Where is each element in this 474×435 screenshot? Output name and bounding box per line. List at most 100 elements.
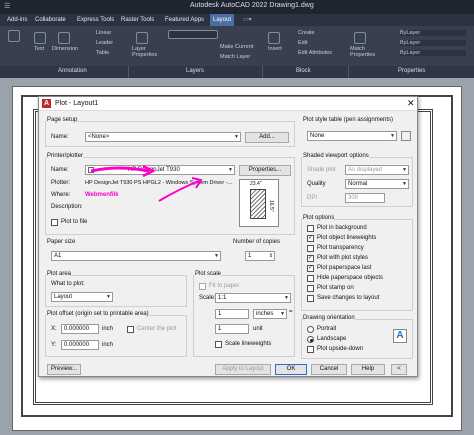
printer-properties-button[interactable]: Properties...	[239, 165, 291, 176]
tab-overflow-icon[interactable]: ▭▾	[240, 14, 255, 26]
description-label: Description:	[51, 204, 83, 210]
match-layer-label[interactable]: Match Layer	[220, 54, 250, 60]
tab-express-tools[interactable]: Express Tools	[74, 14, 117, 26]
landscape-label: Landscape	[317, 336, 347, 342]
y-label: Y:	[51, 342, 57, 348]
upside-down-checkbox[interactable]	[307, 346, 314, 353]
color-bylayer[interactable]: ByLayer	[400, 30, 466, 36]
tab-layout[interactable]: Layout	[210, 14, 235, 26]
dimension-icon[interactable]	[58, 32, 70, 44]
x-label: X:	[51, 326, 57, 332]
printable-area-preview	[250, 189, 266, 219]
plot-to-file-label: Plot to file	[61, 219, 88, 225]
create-block-label[interactable]: Create	[298, 30, 315, 36]
text-tool-label[interactable]: Text	[34, 46, 44, 52]
center-plot-checkbox[interactable]	[127, 326, 134, 333]
menu-icon[interactable]: ☰	[4, 2, 10, 10]
edit-attributes-label[interactable]: Edit Attributes	[298, 50, 332, 56]
save-changes-checkbox[interactable]	[307, 295, 314, 302]
chevron-down-icon: ▼	[214, 253, 219, 259]
fit-to-paper-checkbox[interactable]	[199, 283, 206, 290]
x-offset-input[interactable]: 0.000000	[61, 324, 99, 334]
layer-properties-label[interactable]: Layer Properties	[132, 46, 162, 58]
insert-block-icon[interactable]	[268, 32, 280, 44]
paper-preview: 23.4" 16.5"	[239, 179, 279, 227]
plot-offset-group	[45, 315, 187, 357]
page-setup-name-select[interactable]: <None> ▼	[85, 132, 241, 142]
layer-properties-icon[interactable]	[136, 32, 148, 44]
quality-select[interactable]: Normal ▼	[345, 179, 409, 189]
ok-button[interactable]: OK	[275, 364, 307, 375]
make-current-label[interactable]: Make Current	[220, 44, 253, 50]
page-setup-title: Page setup	[47, 117, 78, 123]
paper-size-select[interactable]: A1 ▼	[51, 251, 221, 261]
apply-to-layout-button[interactable]: Apply to Layout	[215, 364, 271, 375]
chevron-down-icon: ▼	[280, 311, 285, 317]
orientation-preview-icon: A	[393, 329, 407, 343]
edit-style-table-icon[interactable]	[401, 131, 411, 141]
chevron-down-icon: ▼	[402, 167, 407, 173]
help-button[interactable]: Help	[351, 364, 385, 375]
match-properties-label[interactable]: Match Properties	[350, 46, 375, 58]
add-page-setup-button[interactable]: Add...	[245, 132, 289, 143]
tab-featured-apps[interactable]: Featured Apps	[162, 14, 207, 26]
chevron-down-icon: ▼	[284, 295, 289, 301]
panel-layers[interactable]: Layers	[186, 68, 204, 74]
tab-add-ins[interactable]: Add-ins	[4, 14, 30, 26]
y-offset-input[interactable]: 0.000000	[61, 340, 99, 350]
plot-in-background-checkbox[interactable]	[307, 225, 314, 232]
x-unit: inch	[102, 326, 114, 332]
cancel-button[interactable]: Cancel	[311, 364, 347, 375]
linear-tool-label[interactable]: Linear	[96, 30, 111, 36]
plot-object-lineweights-checkbox[interactable]	[307, 235, 314, 242]
dpi-input[interactable]: 300	[345, 193, 385, 203]
scale-denominator-input[interactable]: 1	[215, 324, 249, 334]
lineweight-bylayer[interactable]: ByLayer	[400, 40, 466, 46]
plot-to-file-checkbox[interactable]	[51, 219, 58, 226]
shade-plot-select[interactable]: As displayed ▼	[345, 165, 409, 175]
preview-button[interactable]: Preview...	[47, 364, 81, 375]
panel-separator	[262, 66, 263, 78]
tab-raster-tools[interactable]: Raster Tools	[118, 14, 157, 26]
plot-transparency-checkbox[interactable]	[307, 245, 314, 252]
paper-size-title: Paper size	[47, 239, 76, 245]
plot-with-plot-styles-checkbox[interactable]	[307, 255, 314, 262]
quality-label: Quality	[307, 181, 326, 187]
scale-lineweights-checkbox[interactable]	[215, 341, 222, 348]
close-icon[interactable]: ✕	[407, 98, 415, 109]
what-to-plot-select[interactable]: Layout ▼	[51, 292, 113, 302]
option-label: Plot with plot styles	[317, 255, 369, 261]
option-label: Save changes to layout	[317, 295, 380, 301]
leader-tool-label[interactable]: Leader	[96, 40, 113, 46]
table-tool-label[interactable]: Table	[96, 50, 109, 56]
upside-down-label: Plot upside-down	[317, 346, 364, 352]
panel-properties[interactable]: Properties	[398, 68, 425, 74]
style-table-select[interactable]: None ▼	[307, 131, 397, 141]
panel-block[interactable]: Block	[296, 68, 311, 74]
scale-unit-select[interactable]: inches ▼	[253, 309, 287, 319]
what-to-plot-label: What to plot:	[51, 281, 85, 287]
ribbon-tabs: Add-ins Collaborate Express Tools Raster…	[0, 14, 474, 26]
copies-spinner[interactable]: 1 ⇕	[245, 251, 275, 261]
scale-select[interactable]: 1:1 ▼	[215, 293, 291, 303]
collapse-options-button[interactable]: <	[391, 364, 407, 375]
panel-annotation[interactable]: Annotation	[58, 68, 87, 74]
hide-paperspace-objects-checkbox[interactable]	[307, 275, 314, 282]
dimension-tool-label[interactable]: Dimension	[52, 46, 78, 52]
plot-stamp-on-checkbox[interactable]	[307, 285, 314, 292]
portrait-radio[interactable]	[307, 326, 314, 333]
where-label: Where:	[51, 192, 71, 198]
landscape-radio[interactable]	[307, 336, 314, 343]
plot-paperspace-last-checkbox[interactable]	[307, 265, 314, 272]
dpi-label: DPI	[307, 195, 318, 201]
scale-numerator-input[interactable]: 1	[215, 309, 249, 319]
linetype-bylayer[interactable]: ByLayer	[400, 50, 466, 56]
multiline-icon[interactable]	[8, 30, 20, 42]
insert-label[interactable]: Insert	[268, 46, 282, 52]
text-icon[interactable]	[34, 32, 46, 44]
tab-collaborate[interactable]: Collaborate	[32, 14, 69, 26]
option-label: Plot stamp on	[317, 285, 354, 291]
layer-dropdown[interactable]	[168, 30, 218, 39]
match-properties-icon[interactable]	[354, 32, 366, 44]
edit-block-label[interactable]: Edit	[298, 40, 307, 46]
